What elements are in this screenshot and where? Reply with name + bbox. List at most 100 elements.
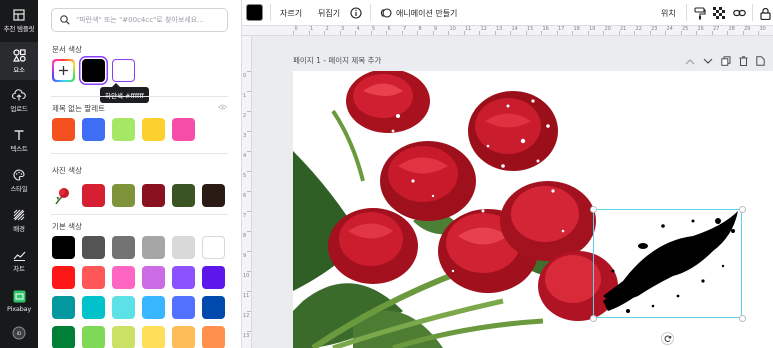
palette-color-swatch[interactable] xyxy=(142,118,165,141)
rail-item-charts[interactable]: 차트 xyxy=(0,242,38,280)
doc-color-swatch[interactable] xyxy=(82,59,105,82)
photo-thumbnail[interactable] xyxy=(52,184,75,207)
resize-handle-bottom-right[interactable] xyxy=(739,315,746,322)
link-button[interactable] xyxy=(732,0,746,26)
default-color-swatch[interactable] xyxy=(112,296,135,319)
paint-roller-button[interactable] xyxy=(693,0,707,26)
page-title[interactable]: 페이지 1 - 페이지 제목 추가 xyxy=(293,55,381,66)
add-page-icon[interactable] xyxy=(756,56,765,66)
color-panel: 문서 색상 하얀색 #ffffff 제목 없는 팔레트 사진 색상 기본 색상 xyxy=(38,0,242,348)
default-color-swatch[interactable] xyxy=(142,326,165,348)
ruler-number: 4 xyxy=(243,153,247,159)
photo-color-swatch[interactable] xyxy=(82,184,105,207)
editor-app: 추천 템플릿 요소 업로드 텍스트 스타일 배경 차트 Pixabay ID "… xyxy=(0,0,773,348)
ruler-number: 13 xyxy=(496,26,503,32)
default-color-swatch[interactable] xyxy=(202,266,225,289)
rail-item-elements[interactable]: 요소 xyxy=(0,42,38,80)
chevron-up-icon[interactable] xyxy=(685,58,695,65)
default-color-swatch[interactable] xyxy=(52,326,75,348)
default-color-swatch[interactable] xyxy=(52,236,75,259)
default-color-swatch[interactable] xyxy=(142,236,165,259)
add-color-button[interactable] xyxy=(52,59,75,82)
rail-item-styles[interactable]: 스타일 xyxy=(0,162,38,200)
element-color-button[interactable] xyxy=(246,4,263,21)
rail-item-background[interactable]: 배경 xyxy=(0,202,38,240)
ruler-number: 6 xyxy=(243,193,247,199)
default-color-swatch[interactable] xyxy=(112,326,135,348)
ruler-number: 11 xyxy=(243,293,250,299)
duplicate-page-icon[interactable] xyxy=(721,56,731,66)
ruler-number: 0 xyxy=(294,26,298,32)
rail-label: 텍스트 xyxy=(10,145,28,153)
resize-handle-bottom-left[interactable] xyxy=(590,315,597,322)
default-color-swatch[interactable] xyxy=(112,266,135,289)
doc-color-swatch[interactable] xyxy=(112,59,135,82)
flip-button[interactable]: 뒤집기 xyxy=(318,0,340,26)
pattern-icon xyxy=(13,209,25,221)
rail-item-pixabay[interactable]: Pixabay xyxy=(0,282,38,320)
default-color-swatch[interactable] xyxy=(82,326,105,348)
animate-icon-wrap[interactable] xyxy=(379,0,393,26)
ruler-number: 20 xyxy=(604,26,611,32)
default-color-swatch[interactable] xyxy=(52,296,75,319)
default-color-swatch[interactable] xyxy=(82,266,105,289)
rail-label: Pixabay xyxy=(7,304,31,313)
rail-item-templates[interactable]: 추천 템플릿 xyxy=(0,2,38,40)
default-color-swatch[interactable] xyxy=(142,266,165,289)
photo-color-swatch[interactable] xyxy=(142,184,165,207)
palette-color-swatch[interactable] xyxy=(52,118,75,141)
rail-item-text[interactable]: 텍스트 xyxy=(0,122,38,160)
default-color-swatch[interactable] xyxy=(52,266,75,289)
animate-button[interactable]: 애니메이션 만들기 xyxy=(396,0,457,26)
ruler-top: 0 1 2 3 4 5 6 7 8 9 10 11 12 13 14 15 16 17 18 19 20 21 22 23 24… xyxy=(242,26,773,36)
default-color-swatch[interactable] xyxy=(172,326,195,348)
rotate-icon xyxy=(664,334,671,342)
position-button[interactable]: 위치 xyxy=(661,0,676,26)
default-color-swatch[interactable] xyxy=(172,236,195,259)
photo-color-swatch[interactable] xyxy=(112,184,135,207)
info-button[interactable] xyxy=(349,0,363,26)
photo-color-swatch[interactable] xyxy=(202,184,225,207)
ruler-tick xyxy=(247,271,251,272)
resize-handle-top-left[interactable] xyxy=(590,206,597,213)
eye-icon[interactable] xyxy=(218,104,227,110)
default-color-swatch[interactable] xyxy=(82,296,105,319)
default-color-swatch[interactable] xyxy=(202,326,225,348)
rail-item-uploads[interactable]: 업로드 xyxy=(0,82,38,120)
color-search-box[interactable] xyxy=(51,8,228,32)
default-color-swatch[interactable] xyxy=(202,236,225,259)
default-color-swatch[interactable] xyxy=(202,296,225,319)
delete-page-icon[interactable] xyxy=(739,56,748,66)
rose xyxy=(500,181,596,261)
ruler-number: 28 xyxy=(728,26,735,32)
palette-color-swatch[interactable] xyxy=(172,118,195,141)
lock-button[interactable] xyxy=(758,0,772,26)
ruler-tick xyxy=(247,131,251,132)
palette-color-swatch[interactable] xyxy=(82,118,105,141)
ruler-number: 10 xyxy=(449,26,456,32)
lock-icon xyxy=(759,7,771,20)
transparency-button[interactable] xyxy=(712,0,726,26)
chevron-down-icon[interactable] xyxy=(703,58,713,65)
default-color-swatch[interactable] xyxy=(172,296,195,319)
default-color-swatch[interactable] xyxy=(82,236,105,259)
ruler-tick xyxy=(247,71,251,72)
resize-handle-top-right[interactable] xyxy=(739,206,746,213)
default-color-swatch[interactable] xyxy=(112,236,135,259)
ruler-number: 21 xyxy=(620,26,627,32)
palette-color-swatch[interactable] xyxy=(112,118,135,141)
rail-label: 업로드 xyxy=(10,105,28,113)
crop-button[interactable]: 자르기 xyxy=(280,0,302,26)
photo-color-swatch[interactable] xyxy=(172,184,195,207)
ruler-number: 0 xyxy=(243,73,247,79)
transparency-icon xyxy=(713,7,725,19)
color-search-input[interactable] xyxy=(76,16,226,24)
rail-item-apps[interactable]: ID xyxy=(0,318,38,348)
ruler-number: 4 xyxy=(356,26,360,32)
rotate-handle[interactable] xyxy=(661,332,674,345)
ruler-number: 11 xyxy=(465,26,472,32)
text-icon xyxy=(14,130,24,140)
default-color-swatch[interactable] xyxy=(172,266,195,289)
default-color-swatch[interactable] xyxy=(142,296,165,319)
selection-box[interactable] xyxy=(593,209,742,318)
